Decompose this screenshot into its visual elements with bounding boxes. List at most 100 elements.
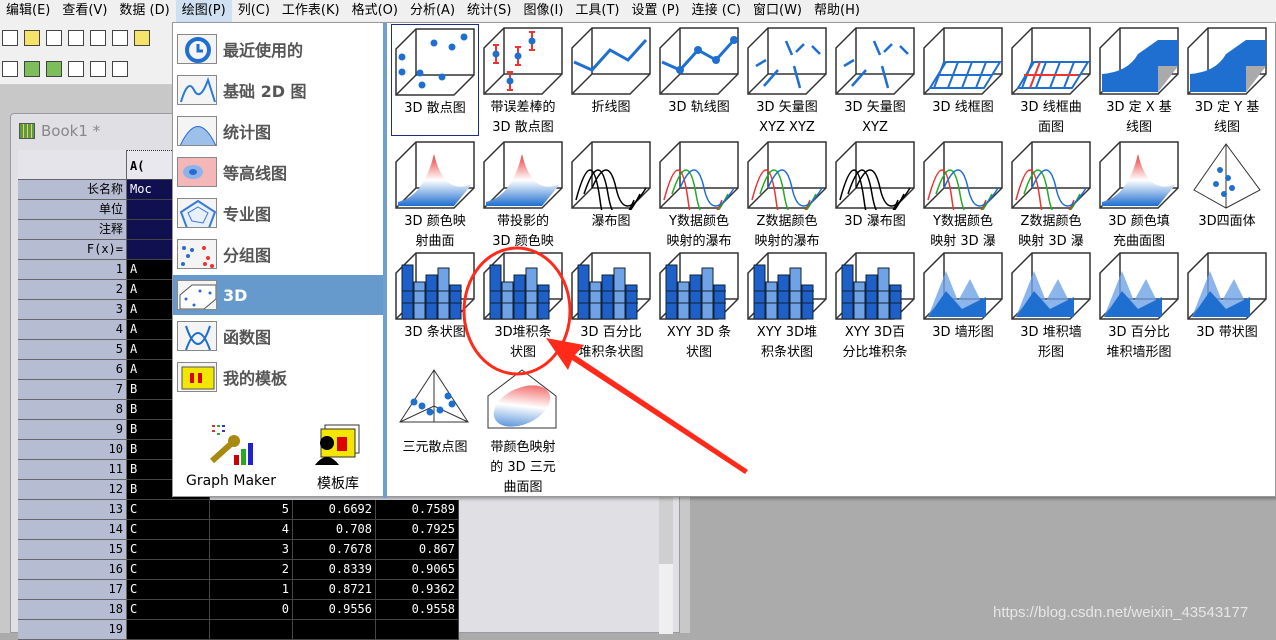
category-clock[interactable]: 最近使用的 bbox=[173, 29, 383, 69]
import-excel-icon[interactable] bbox=[2, 60, 18, 77]
menu-item[interactable]: 工具(T) bbox=[569, 0, 625, 22]
new-notes-icon[interactable] bbox=[2, 29, 18, 46]
row-header[interactable]: 9 bbox=[18, 420, 127, 440]
row-header[interactable]: 单位 bbox=[18, 200, 127, 220]
menu-item[interactable]: 窗口(W) bbox=[747, 0, 808, 22]
gallery-tile-bars[interactable]: XYY 3D堆 积条状图 bbox=[743, 249, 831, 361]
row-header[interactable]: 13 bbox=[18, 500, 127, 520]
gallery-tile-ternary[interactable]: 三元散点图 bbox=[391, 364, 479, 494]
row-header[interactable]: 4 bbox=[18, 320, 127, 340]
row-header[interactable]: 10 bbox=[18, 440, 127, 460]
category-radar[interactable]: 专业图 bbox=[173, 193, 383, 233]
row-header[interactable]: 5 bbox=[18, 340, 127, 360]
gallery-tile-ribbon[interactable]: 3D 定 Y 基 线图 bbox=[1183, 24, 1271, 136]
gallery-tile-wirered[interactable]: 3D 线框曲 面图 bbox=[1007, 24, 1095, 136]
vertical-scrollbar[interactable] bbox=[659, 494, 673, 634]
menu-item[interactable]: 列(C) bbox=[232, 0, 276, 22]
cell[interactable]: 1 bbox=[210, 580, 293, 600]
gallery-tile-bars[interactable]: 3D堆积条 状图 bbox=[479, 249, 567, 361]
gallery-tile-errdots[interactable]: 带误差棒的 3D 散点图 bbox=[479, 24, 567, 136]
cell[interactable]: C bbox=[127, 600, 210, 620]
gallery-tile-vector[interactable]: 3D 矢量图 XYZ bbox=[831, 24, 919, 136]
new-graph-icon[interactable] bbox=[112, 29, 128, 46]
cell[interactable]: 2 bbox=[210, 560, 293, 580]
cell[interactable]: 0.7925 bbox=[376, 520, 459, 540]
menu-item[interactable]: 查看(V) bbox=[56, 0, 113, 22]
cell[interactable]: C bbox=[127, 560, 210, 580]
insert-column-icon[interactable] bbox=[68, 60, 84, 77]
row-header[interactable]: 注释 bbox=[18, 220, 127, 240]
row-header[interactable]: 12 bbox=[18, 480, 127, 500]
cell[interactable]: C bbox=[127, 500, 210, 520]
gallery-tile-waterfallc[interactable]: Z数据颜色 映射的瀑布 bbox=[743, 138, 831, 250]
row-header[interactable]: 17 bbox=[18, 580, 127, 600]
scrollbar-thumb[interactable] bbox=[659, 494, 673, 564]
gallery-tile-surface[interactable]: 3D 颜色映 射曲面 bbox=[391, 138, 479, 250]
cell[interactable]: 0.6692 bbox=[293, 500, 376, 520]
menu-item[interactable]: 编辑(E) bbox=[0, 0, 56, 22]
menu-item[interactable]: 帮助(H) bbox=[808, 0, 866, 22]
menu-item[interactable]: 设置 (P) bbox=[626, 0, 686, 22]
gallery-tile-fillsurf[interactable]: 3D 颜色填 充曲面图 bbox=[1095, 138, 1183, 250]
row-header[interactable]: 6 bbox=[18, 360, 127, 380]
cell[interactable]: 0 bbox=[210, 600, 293, 620]
row-header[interactable]: F(x)= bbox=[18, 240, 127, 260]
cell[interactable]: C bbox=[127, 540, 210, 560]
gallery-tile-waterfallc[interactable]: Y数据颜色 映射的瀑布 bbox=[655, 138, 743, 250]
menu-item[interactable]: 格式(O) bbox=[346, 0, 404, 22]
new-project-icon[interactable] bbox=[90, 29, 106, 46]
gallery-tile-tetra[interactable]: 3D四面体 bbox=[1183, 138, 1271, 250]
cell[interactable]: 3 bbox=[210, 540, 293, 560]
cell[interactable]: 0.708 bbox=[293, 520, 376, 540]
corner-cell[interactable] bbox=[18, 150, 127, 180]
row-header[interactable]: 16 bbox=[18, 560, 127, 580]
cell[interactable]: 0.7589 bbox=[376, 500, 459, 520]
cell[interactable]: 0.867 bbox=[376, 540, 459, 560]
row-header[interactable]: 长名称 bbox=[18, 180, 127, 200]
gallery-tile-ternsurf[interactable]: 带颜色映射 的 3D 三元 曲面图 bbox=[479, 364, 567, 495]
row-header[interactable]: 14 bbox=[18, 520, 127, 540]
gallery-tile-wall[interactable]: 3D 百分比 堆积墙形图 bbox=[1095, 249, 1183, 361]
cell[interactable]: 5 bbox=[210, 500, 293, 520]
gallery-tile-bars[interactable]: XYY 3D 条 状图 bbox=[655, 249, 743, 361]
cell[interactable]: 0.9362 bbox=[376, 580, 459, 600]
gallery-tile-ribbon[interactable]: 3D 定 X 基 线图 bbox=[1095, 24, 1183, 136]
copy-sheet-icon[interactable] bbox=[90, 60, 106, 77]
gallery-tile-waterfall[interactable]: 瀑布图 bbox=[567, 138, 655, 250]
gallery-tile-waterfall[interactable]: 3D 瀑布图 bbox=[831, 138, 919, 250]
gallery-tile-bars[interactable]: 3D 百分比 堆积条状图 bbox=[567, 249, 655, 361]
gallery-tile-bars[interactable]: 3D 条状图 bbox=[391, 249, 479, 361]
gallery-tile-surface[interactable]: 带投影的 3D 颜色映 bbox=[479, 138, 567, 250]
category-contour[interactable]: 等高线图 bbox=[173, 152, 383, 192]
row-header[interactable]: 18 bbox=[18, 600, 127, 620]
gallery-tile-bars[interactable]: XYY 3D百 分比堆积条 bbox=[831, 249, 919, 361]
row-header[interactable]: 8 bbox=[18, 400, 127, 420]
add-rows-icon[interactable] bbox=[46, 60, 62, 77]
open-folder-icon[interactable] bbox=[134, 29, 150, 46]
gallery-tile-line[interactable]: 折线图 bbox=[567, 24, 655, 136]
menu-item[interactable]: 绘图(P) bbox=[175, 0, 232, 22]
cell[interactable]: 4 bbox=[210, 520, 293, 540]
gallery-tile-wall[interactable]: 3D 墙形图 bbox=[919, 249, 1007, 361]
gallery-tile-dots[interactable]: 3D 散点图 bbox=[391, 24, 479, 136]
category-function[interactable]: 函数图 bbox=[173, 316, 383, 356]
new-workbook-icon[interactable] bbox=[24, 29, 40, 46]
category-cube-3d[interactable]: 3D bbox=[173, 275, 383, 315]
menu-item[interactable]: 分析(A) bbox=[404, 0, 461, 22]
cell[interactable]: C bbox=[127, 520, 210, 540]
row-header[interactable]: 15 bbox=[18, 540, 127, 560]
cell[interactable]: 0.7678 bbox=[293, 540, 376, 560]
function-icon[interactable] bbox=[46, 29, 62, 46]
cell[interactable]: 0.9558 bbox=[376, 600, 459, 620]
cell[interactable]: 0.8339 bbox=[293, 560, 376, 580]
graph-maker-button[interactable]: Graph Maker bbox=[181, 423, 281, 489]
category-line-2d[interactable]: 基础 2D 图 bbox=[173, 70, 383, 110]
cut-icon[interactable] bbox=[112, 60, 128, 77]
cell[interactable]: 0.8721 bbox=[293, 580, 376, 600]
cell[interactable] bbox=[293, 620, 376, 640]
category-histogram[interactable]: 统计图 bbox=[173, 111, 383, 151]
category-group-scatter[interactable]: 分组图 bbox=[173, 234, 383, 274]
template-library-button[interactable]: 模板库 bbox=[293, 423, 383, 493]
gallery-tile-waterfallc[interactable]: Z数据颜色 映射 3D 瀑 bbox=[1007, 138, 1095, 250]
gallery-tile-waterfallc[interactable]: Y数据颜色 映射 3D 瀑 bbox=[919, 138, 1007, 250]
